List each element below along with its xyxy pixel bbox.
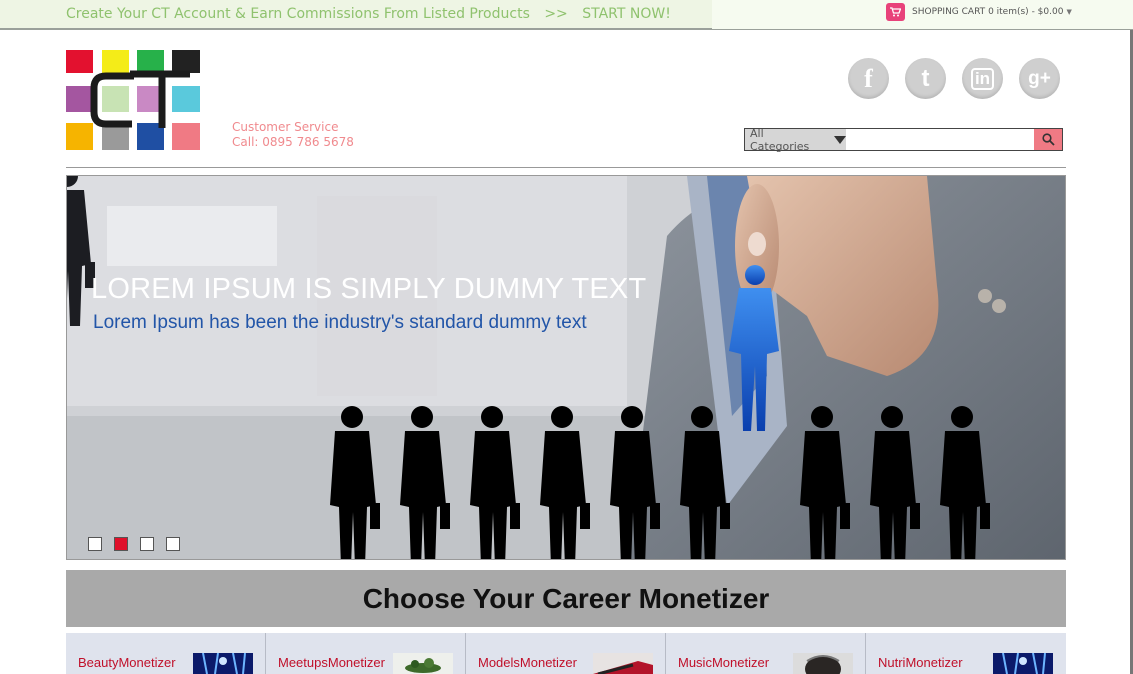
cart-total: - $0.00 bbox=[1031, 7, 1064, 17]
category-thumbnail bbox=[993, 653, 1053, 674]
hero-title: LOREM IPSUM IS SIMPLY DUMMY TEXT bbox=[91, 273, 647, 305]
customer-service-phone[interactable]: Call: 0895 786 5678 bbox=[232, 135, 354, 150]
search-bar: All Categories bbox=[744, 126, 1063, 153]
top-bar: Create Your CT Account & Earn Commission… bbox=[0, 0, 1133, 30]
category-music[interactable]: MusicMonetizer bbox=[666, 633, 866, 674]
logo-mark bbox=[66, 50, 200, 150]
category-nutri[interactable]: NutriMonetizer bbox=[866, 633, 1066, 674]
category-label[interactable]: NutriMonetizer bbox=[878, 655, 963, 670]
hero-image bbox=[67, 176, 1065, 559]
twitter-icon[interactable]: t bbox=[905, 58, 946, 99]
career-heading: Choose Your Career Monetizer bbox=[362, 582, 770, 614]
category-thumbnail bbox=[393, 653, 453, 674]
chevron-down-icon bbox=[834, 135, 846, 144]
career-banner: Choose Your Career Monetizer bbox=[66, 570, 1066, 627]
category-thumbnail bbox=[593, 653, 653, 674]
promo-banner[interactable]: Create Your CT Account & Earn Commission… bbox=[66, 6, 671, 22]
cart-count: 0 item(s) bbox=[988, 7, 1029, 17]
category-label[interactable]: BeautyMonetizer bbox=[78, 655, 176, 670]
search-icon bbox=[1041, 133, 1055, 146]
category-thumbnail bbox=[793, 653, 853, 674]
category-list: BeautyMonetizer MeetupsMonetizer ModelsM… bbox=[66, 633, 1066, 674]
cart-label: SHOPPING CART bbox=[912, 7, 986, 17]
category-meetups[interactable]: MeetupsMonetizer bbox=[266, 633, 466, 674]
slide-dot-3[interactable] bbox=[140, 537, 154, 551]
slide-dot-1[interactable] bbox=[88, 537, 102, 551]
promo-text: Create Your CT Account & Earn Commission… bbox=[66, 6, 530, 22]
start-now-link[interactable]: START NOW! bbox=[582, 6, 671, 22]
category-models[interactable]: ModelsMonetizer bbox=[466, 633, 666, 674]
shopping-cart[interactable]: SHOPPING CART 0 item(s) - $0.00 ▼ bbox=[886, 3, 1072, 21]
slide-dot-2[interactable] bbox=[114, 537, 128, 551]
google-plus-icon[interactable]: g+ bbox=[1019, 58, 1060, 99]
facebook-icon[interactable]: f bbox=[848, 58, 889, 99]
category-label[interactable]: MusicMonetizer bbox=[678, 655, 769, 670]
search-button[interactable] bbox=[1034, 129, 1062, 150]
linkedin-icon[interactable]: in bbox=[962, 58, 1003, 99]
chevron-down-icon: ▼ bbox=[1066, 8, 1072, 16]
promo-arrows: >> bbox=[544, 6, 568, 22]
slider-dots bbox=[88, 537, 192, 551]
search-input[interactable] bbox=[846, 129, 1034, 150]
category-thumbnail bbox=[193, 653, 253, 674]
category-select-label: All Categories bbox=[750, 126, 810, 153]
category-select[interactable]: All Categories bbox=[745, 126, 846, 153]
hero-slider[interactable]: LOREM IPSUM IS SIMPLY DUMMY TEXT Lorem I… bbox=[66, 175, 1066, 560]
customer-service-label: Customer Service bbox=[232, 120, 339, 134]
category-label[interactable]: ModelsMonetizer bbox=[478, 655, 577, 670]
header-divider bbox=[66, 167, 1066, 168]
cart-icon bbox=[886, 3, 905, 21]
site-logo[interactable] bbox=[66, 50, 200, 150]
customer-service: Customer Service Call: 0895 786 5678 bbox=[232, 120, 354, 150]
category-beauty[interactable]: BeautyMonetizer bbox=[66, 633, 266, 674]
slide-dot-4[interactable] bbox=[166, 537, 180, 551]
category-label[interactable]: MeetupsMonetizer bbox=[278, 655, 385, 670]
hero-subtitle: Lorem Ipsum has been the industry's stan… bbox=[93, 312, 587, 333]
